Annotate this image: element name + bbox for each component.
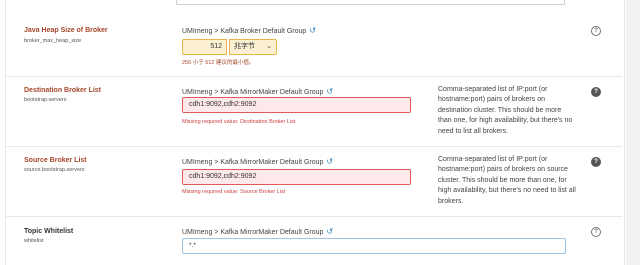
property-scope-topic-whitelist: UMImeng > Kafka MirrorMaker Default Grou…: [182, 227, 333, 236]
undo-arrow-icon[interactable]: ↺: [326, 87, 333, 96]
description-line: cluster. This should be more than one, f…: [438, 176, 567, 184]
heap-size-input[interactable]: 512: [182, 39, 227, 55]
divider: [6, 76, 622, 77]
undo-arrow-icon[interactable]: ↺: [326, 157, 333, 166]
question-circle-icon[interactable]: ?: [591, 26, 601, 36]
divider: [6, 216, 622, 217]
previous-property-input[interactable]: [176, 0, 565, 5]
question-circle-icon[interactable]: ?: [591, 87, 601, 97]
description-line: Comma-separated list of IP:port (or: [438, 86, 548, 93]
divider: [6, 146, 622, 147]
property-scope-destination-broker-list: UMImeng > Kafka MirrorMaker Default Grou…: [182, 87, 333, 96]
scope-label: UMImeng > Kafka Broker Default Group: [182, 28, 307, 35]
undo-arrow-icon[interactable]: ↺: [326, 227, 333, 236]
property-key-destination-broker-list: bootstrap.servers: [24, 97, 67, 103]
description-line: Comma-separated list of IP:port (or: [438, 156, 548, 163]
destination-broker-list-error: Missing required value: Destination Brok…: [182, 119, 296, 125]
source-broker-list-error: Missing required value: Source Broker Li…: [182, 189, 286, 195]
property-scope-heap-size: UMImeng > Kafka Broker Default Group ↺: [182, 26, 316, 35]
heap-size-validation-hint: 256 小于 512 建议的最小值。: [182, 60, 255, 66]
property-name-destination-broker-list: Destination Broker List: [24, 87, 102, 94]
chevron-down-icon: ⌄: [266, 43, 272, 50]
heap-size-unit-select[interactable]: 兆字节 ⌄: [229, 39, 277, 55]
description-line: than one, for high availability, but the…: [438, 117, 573, 125]
description-line: hostname:port) pairs of brokers on sourc…: [438, 166, 568, 174]
undo-arrow-icon[interactable]: ↺: [309, 26, 316, 35]
scope-label: UMImeng > Kafka MirrorMaker Default Grou…: [182, 229, 324, 236]
property-key-topic-whitelist: whitelist: [24, 238, 44, 244]
destination-broker-list-input[interactable]: cdh1:9092,cdh2:9092: [182, 97, 411, 113]
property-key-heap-size: broker_max_heap_size: [24, 38, 82, 44]
source-broker-list-description: Comma-separated list of IP:port (or host…: [438, 155, 583, 207]
heap-size-unit-label: 兆字节: [234, 43, 255, 50]
description-line: hostname:port) pairs of brokers on: [438, 96, 545, 104]
scope-label: UMImeng > Kafka MirrorMaker Default Grou…: [182, 89, 324, 96]
description-line: high availability, but there's no need t…: [438, 187, 576, 195]
description-line: brokers.: [438, 197, 464, 205]
destination-broker-list-description: Comma-separated list of IP:port (or host…: [438, 85, 583, 137]
description-line: need to list all brokers.: [438, 127, 509, 135]
topic-whitelist-input[interactable]: *.*: [182, 238, 566, 254]
scope-label: UMImeng > Kafka MirrorMaker Default Grou…: [182, 159, 324, 166]
description-line: destination cluster. This should be more: [438, 106, 562, 114]
property-key-source-broker-list: source.bootstrap.servers: [24, 167, 85, 173]
scrollbar[interactable]: [626, 0, 640, 265]
property-name-source-broker-list: Source Broker List: [24, 157, 87, 164]
source-broker-list-input[interactable]: cdh1:9092,cdh2:9092: [182, 169, 411, 185]
question-circle-icon[interactable]: ?: [591, 157, 601, 167]
property-name-heap-size: Java Heap Size of Broker: [24, 27, 108, 34]
property-name-topic-whitelist: Topic Whitelist: [24, 228, 74, 235]
question-circle-icon[interactable]: ?: [591, 227, 601, 237]
property-scope-source-broker-list: UMImeng > Kafka MirrorMaker Default Grou…: [182, 157, 333, 166]
